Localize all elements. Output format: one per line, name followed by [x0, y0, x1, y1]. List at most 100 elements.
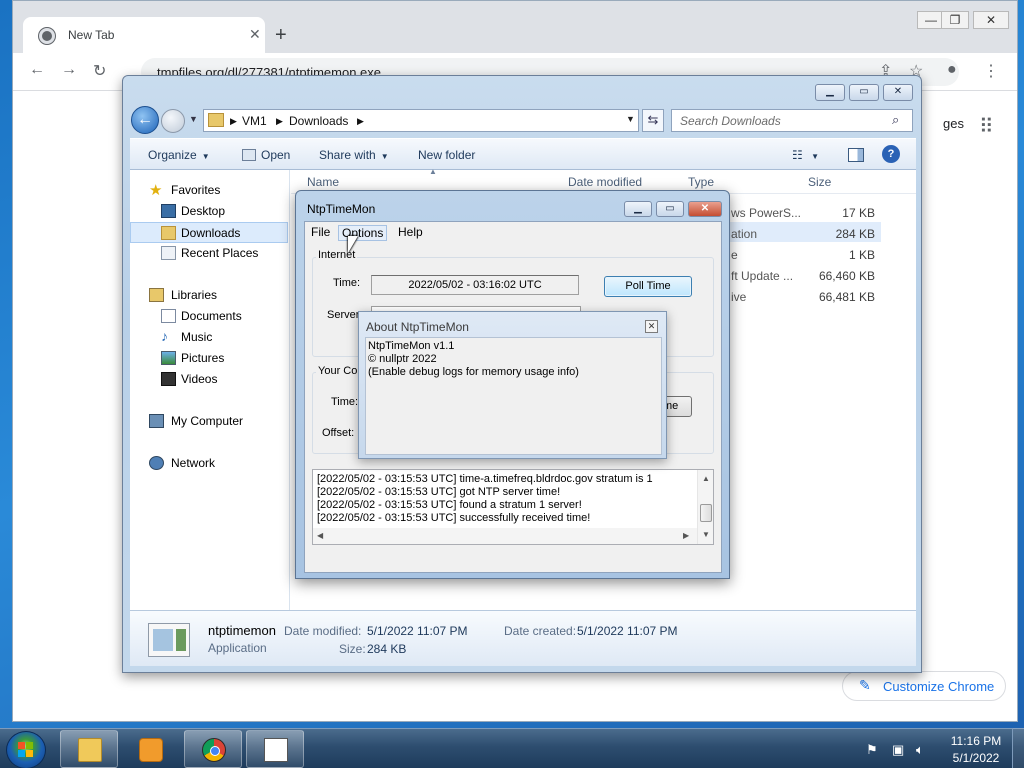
scroll-up-icon[interactable]: ▲ — [702, 474, 710, 483]
row-type[interactable]: e — [731, 248, 738, 262]
breadcrumb-separator-icon[interactable]: ▶ — [357, 116, 364, 127]
breadcrumb-vm1[interactable]: VM1 — [242, 114, 267, 128]
about-version: NtpTimeMon v1.1 — [368, 340, 455, 352]
nav-recent-places[interactable]: Recent Places — [130, 243, 288, 264]
nav-videos[interactable]: Videos — [130, 369, 288, 390]
volume-icon[interactable]: 🔈︎ — [916, 742, 924, 758]
breadcrumb-separator-icon[interactable]: ▶ — [276, 116, 283, 127]
navigation-pane: ★ Favorites Desktop Downloads Recent Pla… — [130, 170, 290, 610]
nav-label: Recent Places — [181, 246, 259, 260]
scroll-thumb[interactable] — [700, 504, 712, 522]
log-vertical-scrollbar[interactable]: ▲ ▼ — [697, 470, 713, 544]
log-horizontal-scrollbar[interactable]: ◀ ▶ — [313, 528, 697, 544]
clock-time[interactable]: 11:16 PM — [946, 734, 1006, 748]
ntp-partial-link[interactable]: ges — [943, 116, 964, 131]
nav-desktop[interactable]: Desktop — [130, 201, 288, 222]
taskbar-chrome-button[interactable] — [184, 730, 242, 768]
menu-help[interactable]: Help — [395, 225, 426, 241]
column-name[interactable]: Name — [307, 175, 339, 189]
explorer-maximize-button[interactable]: ▭ — [849, 84, 879, 101]
organize-button[interactable]: Organize ▼ — [148, 148, 210, 162]
start-button[interactable] — [6, 731, 46, 768]
about-copyright: © nullptr 2022 — [368, 353, 437, 365]
row-type[interactable]: ws PowerS... — [731, 206, 801, 220]
ntp-maximize-button[interactable]: ▭ — [656, 201, 684, 217]
chrome-restore-button[interactable]: ❐ — [941, 11, 969, 29]
nav-downloads[interactable]: Downloads — [130, 222, 288, 243]
taskbar-explorer-button[interactable] — [60, 730, 118, 768]
back-button[interactable]: ← — [131, 106, 159, 134]
help-icon[interactable]: ? — [882, 145, 900, 163]
explorer-address-bar[interactable]: ▶ VM1 ▶ Downloads ▶ ▼ — [203, 109, 639, 132]
taskbar-media-player-button[interactable] — [121, 730, 179, 768]
nav-libraries[interactable]: Libraries — [130, 285, 288, 306]
ntp-minimize-button[interactable]: ▁ — [624, 201, 652, 217]
profile-avatar-icon[interactable]: ● — [947, 61, 957, 79]
explorer-minimize-button[interactable]: ▁ — [815, 84, 845, 101]
videos-icon — [161, 372, 176, 386]
back-arrow-icon[interactable]: ← — [29, 61, 45, 79]
row-size[interactable]: 1 KB — [805, 248, 875, 262]
chrome-tab-new-tab[interactable]: New Tab ✕ — [23, 17, 265, 53]
row-size[interactable]: 17 KB — [805, 206, 875, 220]
nav-documents[interactable]: Documents — [130, 306, 288, 327]
address-dropdown-icon[interactable]: ▼ — [626, 114, 635, 124]
nav-music[interactable]: ♪ Music — [130, 327, 288, 348]
clock-date[interactable]: 5/1/2022 — [946, 751, 1006, 765]
network-tray-icon[interactable]: ▣ — [892, 742, 904, 758]
refresh-button[interactable]: ⇆ — [642, 109, 664, 132]
scroll-down-icon[interactable]: ▼ — [702, 530, 710, 539]
chrome-close-button[interactable]: ✕ — [973, 11, 1009, 29]
chrome-favicon-icon — [39, 28, 55, 44]
nav-pictures[interactable]: Pictures — [130, 348, 288, 369]
new-tab-plus-icon[interactable]: + — [275, 25, 287, 45]
menu-options[interactable]: Options — [338, 225, 388, 241]
view-options-icon[interactable]: ☷ ▼ — [792, 148, 819, 162]
log-listbox[interactable]: [2022/05/02 - 03:15:53 UTC] time-a.timef… — [312, 469, 714, 545]
action-center-flag-icon[interactable]: ⚑ — [866, 742, 878, 758]
row-type[interactable]: ation — [731, 227, 757, 241]
taskbar-ntptimemon-button[interactable] — [246, 730, 304, 768]
menu-file[interactable]: File — [308, 225, 333, 241]
column-date-modified[interactable]: Date modified — [568, 175, 642, 189]
breadcrumb-downloads[interactable]: Downloads — [289, 114, 348, 128]
show-desktop-button[interactable] — [1012, 728, 1024, 768]
recent-pages-dropdown-icon[interactable]: ▼ — [189, 114, 198, 124]
scroll-left-icon[interactable]: ◀ — [317, 531, 323, 540]
forward-button[interactable] — [161, 109, 185, 133]
search-placeholder: Search Downloads — [680, 114, 781, 128]
nav-my-computer[interactable]: My Computer — [130, 411, 288, 432]
about-dialog-body: NtpTimeMon v1.1 © nullptr 2022 (Enable d… — [365, 337, 662, 455]
customize-chrome-button[interactable]: ✎ Customize Chrome — [842, 671, 1006, 701]
new-folder-button[interactable]: New folder — [418, 148, 475, 162]
mouse-cursor-icon — [348, 236, 358, 253]
nav-label: Videos — [181, 372, 218, 386]
chrome-menu-icon[interactable]: ⋮ — [983, 61, 999, 81]
column-type[interactable]: Type — [688, 175, 714, 189]
row-size[interactable]: 284 KB — [805, 227, 875, 241]
poll-time-button[interactable]: Poll Time — [604, 276, 692, 297]
windows-logo-icon — [18, 742, 34, 758]
about-close-button[interactable]: ✕ — [645, 320, 658, 333]
ntp-close-button[interactable]: ✕ — [688, 201, 722, 217]
forward-arrow-icon[interactable]: → — [61, 61, 77, 79]
search-input[interactable]: Search Downloads ⌕ — [671, 109, 913, 132]
apps-grid-icon[interactable]: ⠿ — [979, 114, 994, 139]
column-size[interactable]: Size — [808, 175, 831, 189]
share-with-button[interactable]: Share with ▼ — [319, 148, 389, 162]
share-with-label: Share with — [319, 148, 376, 162]
scroll-right-icon[interactable]: ▶ — [683, 531, 689, 540]
row-size[interactable]: 66,481 KB — [805, 290, 875, 304]
close-tab-icon[interactable]: ✕ — [249, 26, 261, 43]
row-type[interactable]: ive — [731, 290, 746, 304]
breadcrumb-separator-icon[interactable]: ▶ — [230, 116, 237, 127]
nav-label: Desktop — [181, 204, 226, 218]
preview-pane-icon[interactable] — [848, 148, 864, 162]
row-type[interactable]: ft Update ... — [731, 269, 793, 283]
reload-icon[interactable]: ↻ — [93, 61, 106, 81]
nav-favorites[interactable]: ★ Favorites — [130, 180, 288, 201]
explorer-close-button[interactable]: ✕ — [883, 84, 913, 101]
row-size[interactable]: 66,460 KB — [805, 269, 875, 283]
open-button[interactable]: Open — [261, 148, 290, 162]
nav-network[interactable]: Network — [130, 453, 288, 474]
